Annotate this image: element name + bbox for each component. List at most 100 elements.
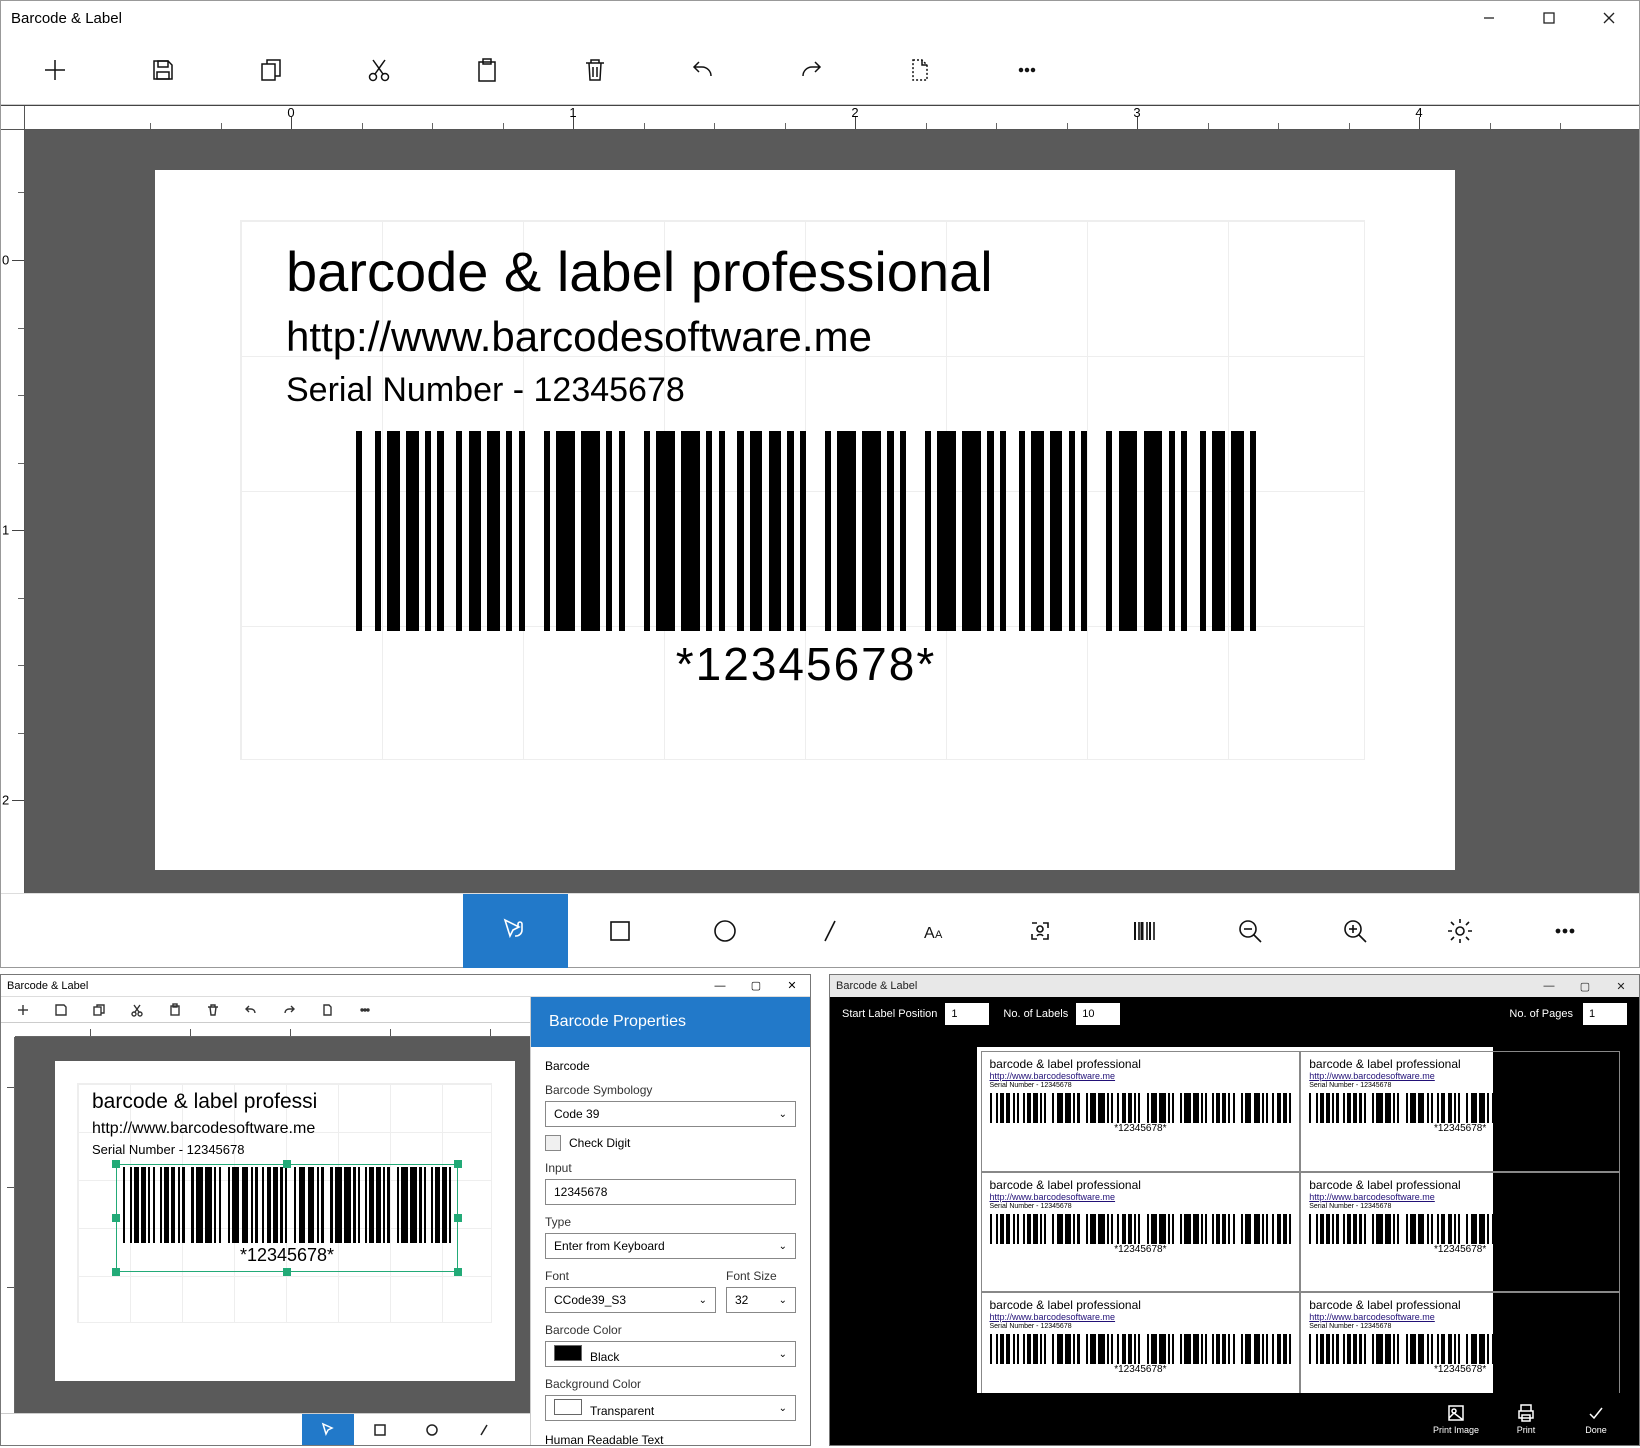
preview-close-button[interactable]: ✕ xyxy=(1603,975,1639,997)
props-barcode-selected[interactable]: *12345678* xyxy=(116,1164,458,1272)
document-button[interactable] xyxy=(865,35,973,105)
check-digit-label: Check Digit xyxy=(569,1136,630,1150)
save-button[interactable] xyxy=(109,35,217,105)
props-window-title: Barcode & Label xyxy=(7,980,88,992)
settings-tool[interactable] xyxy=(1408,894,1513,968)
maximize-button[interactable] xyxy=(1519,1,1579,35)
props-save-button[interactable] xyxy=(43,997,79,1023)
preview-titlebar: Barcode & Label — ▢ ✕ xyxy=(830,975,1639,997)
preview-label: barcode & label professional http://www.… xyxy=(981,1051,1301,1172)
props-rect-tool[interactable] xyxy=(354,1414,406,1445)
props-new-button[interactable] xyxy=(5,997,41,1023)
symbology-select[interactable]: Code 39⌄ xyxy=(545,1101,796,1127)
print-image-button[interactable]: Print Image xyxy=(1423,1403,1489,1435)
symbology-label: Barcode Symbology xyxy=(545,1083,796,1097)
window-controls xyxy=(1459,1,1639,35)
label-area[interactable]: barcode & label professional http://www.… xyxy=(240,220,1365,760)
properties-panel: Barcode Properties Barcode Barcode Symbo… xyxy=(530,997,810,1445)
props-label-area[interactable]: barcode & label professi http://www.barc… xyxy=(77,1083,492,1323)
props-label-serial[interactable]: Serial Number - 12345678 xyxy=(92,1142,244,1157)
label-url[interactable]: http://www.barcodesoftware.me xyxy=(286,313,872,361)
props-close-button[interactable]: ✕ xyxy=(774,975,810,997)
text-tool[interactable]: AA xyxy=(883,894,988,968)
circle-tool[interactable] xyxy=(673,894,778,968)
chevron-down-icon: ⌄ xyxy=(699,1295,707,1306)
props-copy-button[interactable] xyxy=(81,997,117,1023)
preview-label: barcode & label professional http://www.… xyxy=(1300,1292,1620,1393)
props-circle-tool[interactable] xyxy=(406,1414,458,1445)
vruler-mark-2: 2 xyxy=(2,793,9,808)
props-label-url[interactable]: http://www.barcodesoftware.me xyxy=(92,1120,315,1138)
props-undo-button[interactable] xyxy=(233,997,269,1023)
preview-top-bar: Start Label Position No. of Labels No. o… xyxy=(830,997,1639,1031)
close-button[interactable] xyxy=(1579,1,1639,35)
props-paste-button[interactable] xyxy=(157,997,193,1023)
preview-minimize-button[interactable]: — xyxy=(1531,975,1567,997)
new-button[interactable] xyxy=(1,35,109,105)
props-delete-button[interactable] xyxy=(195,997,231,1023)
properties-window: Barcode & Label — ▢ ✕ xyxy=(0,974,811,1446)
props-paper: barcode & label professi http://www.barc… xyxy=(55,1061,515,1381)
num-pages-label: No. of Pages xyxy=(1509,1008,1573,1020)
properties-panel-title: Barcode Properties xyxy=(531,997,810,1047)
print-button[interactable]: Print xyxy=(1493,1403,1559,1435)
undo-button[interactable] xyxy=(649,35,757,105)
props-line-tool[interactable] xyxy=(458,1414,510,1445)
props-barcode-text: *12345678* xyxy=(123,1245,451,1266)
start-label-pos-input[interactable] xyxy=(945,1003,989,1025)
label-heading[interactable]: barcode & label professional xyxy=(286,239,993,304)
line-tool[interactable] xyxy=(778,894,883,968)
num-pages-input[interactable] xyxy=(1583,1003,1627,1025)
preview-canvas[interactable]: barcode & label professional http://www.… xyxy=(830,1031,1639,1393)
done-button[interactable]: Done xyxy=(1563,1403,1629,1435)
font-size-label: Font Size xyxy=(726,1269,796,1283)
image-tool[interactable] xyxy=(988,894,1093,968)
props-cut-button[interactable] xyxy=(119,997,155,1023)
preview-bottom-bar: Print Image Print Done xyxy=(830,1393,1639,1445)
barcode-color-label: Barcode Color xyxy=(545,1323,796,1337)
chevron-down-icon: ⌄ xyxy=(779,1241,787,1252)
props-label-heading[interactable]: barcode & label professi xyxy=(92,1090,317,1114)
props-redo-button[interactable] xyxy=(271,997,307,1023)
titlebar: Barcode & Label xyxy=(1,1,1639,35)
num-labels-input[interactable] xyxy=(1076,1003,1120,1025)
barcode-color-select[interactable]: Black⌄ xyxy=(545,1341,796,1367)
chevron-down-icon: ⌄ xyxy=(779,1295,787,1306)
barcode-input-field[interactable]: 12345678 xyxy=(545,1179,796,1205)
type-select[interactable]: Enter from Keyboard⌄ xyxy=(545,1233,796,1259)
props-maximize-button[interactable]: ▢ xyxy=(738,975,774,997)
check-digit-checkbox[interactable] xyxy=(545,1135,561,1151)
zoom-out-tool[interactable] xyxy=(1198,894,1303,968)
more-tools[interactable] xyxy=(1513,894,1618,968)
main-toolbar xyxy=(1,35,1639,105)
font-size-select[interactable]: 32⌄ xyxy=(726,1287,796,1313)
minimize-button[interactable] xyxy=(1459,1,1519,35)
props-more-button[interactable] xyxy=(347,997,383,1023)
chevron-down-icon: ⌄ xyxy=(779,1349,787,1360)
redo-button[interactable] xyxy=(757,35,865,105)
more-button[interactable] xyxy=(973,35,1081,105)
svg-text:A: A xyxy=(935,929,943,941)
canvas[interactable]: barcode & label professional http://www.… xyxy=(25,130,1639,893)
preview-maximize-button[interactable]: ▢ xyxy=(1567,975,1603,997)
props-select-tool[interactable] xyxy=(302,1414,354,1445)
rectangle-tool[interactable] xyxy=(568,894,673,968)
chevron-down-icon: ⌄ xyxy=(779,1109,787,1120)
select-tool[interactable] xyxy=(463,894,568,968)
human-readable-label: Human Readable Text xyxy=(545,1433,796,1445)
label-serial[interactable]: Serial Number - 12345678 xyxy=(286,371,685,410)
paste-button[interactable] xyxy=(433,35,541,105)
zoom-in-tool[interactable] xyxy=(1303,894,1408,968)
barcode-tool[interactable] xyxy=(1093,894,1198,968)
barcode-element[interactable]: *12345678* xyxy=(356,431,1256,691)
props-minimize-button[interactable]: — xyxy=(702,975,738,997)
preview-label: barcode & label professional http://www.… xyxy=(1300,1051,1620,1172)
font-select[interactable]: CCode39_S3⌄ xyxy=(545,1287,716,1313)
delete-button[interactable] xyxy=(541,35,649,105)
copy-button[interactable] xyxy=(217,35,325,105)
preview-window: Barcode & Label — ▢ ✕ Start Label Positi… xyxy=(829,974,1640,1446)
props-vruler xyxy=(1,1037,15,1413)
bg-color-select[interactable]: Transparent⌄ xyxy=(545,1395,796,1421)
cut-button[interactable] xyxy=(325,35,433,105)
props-doc-button[interactable] xyxy=(309,997,345,1023)
